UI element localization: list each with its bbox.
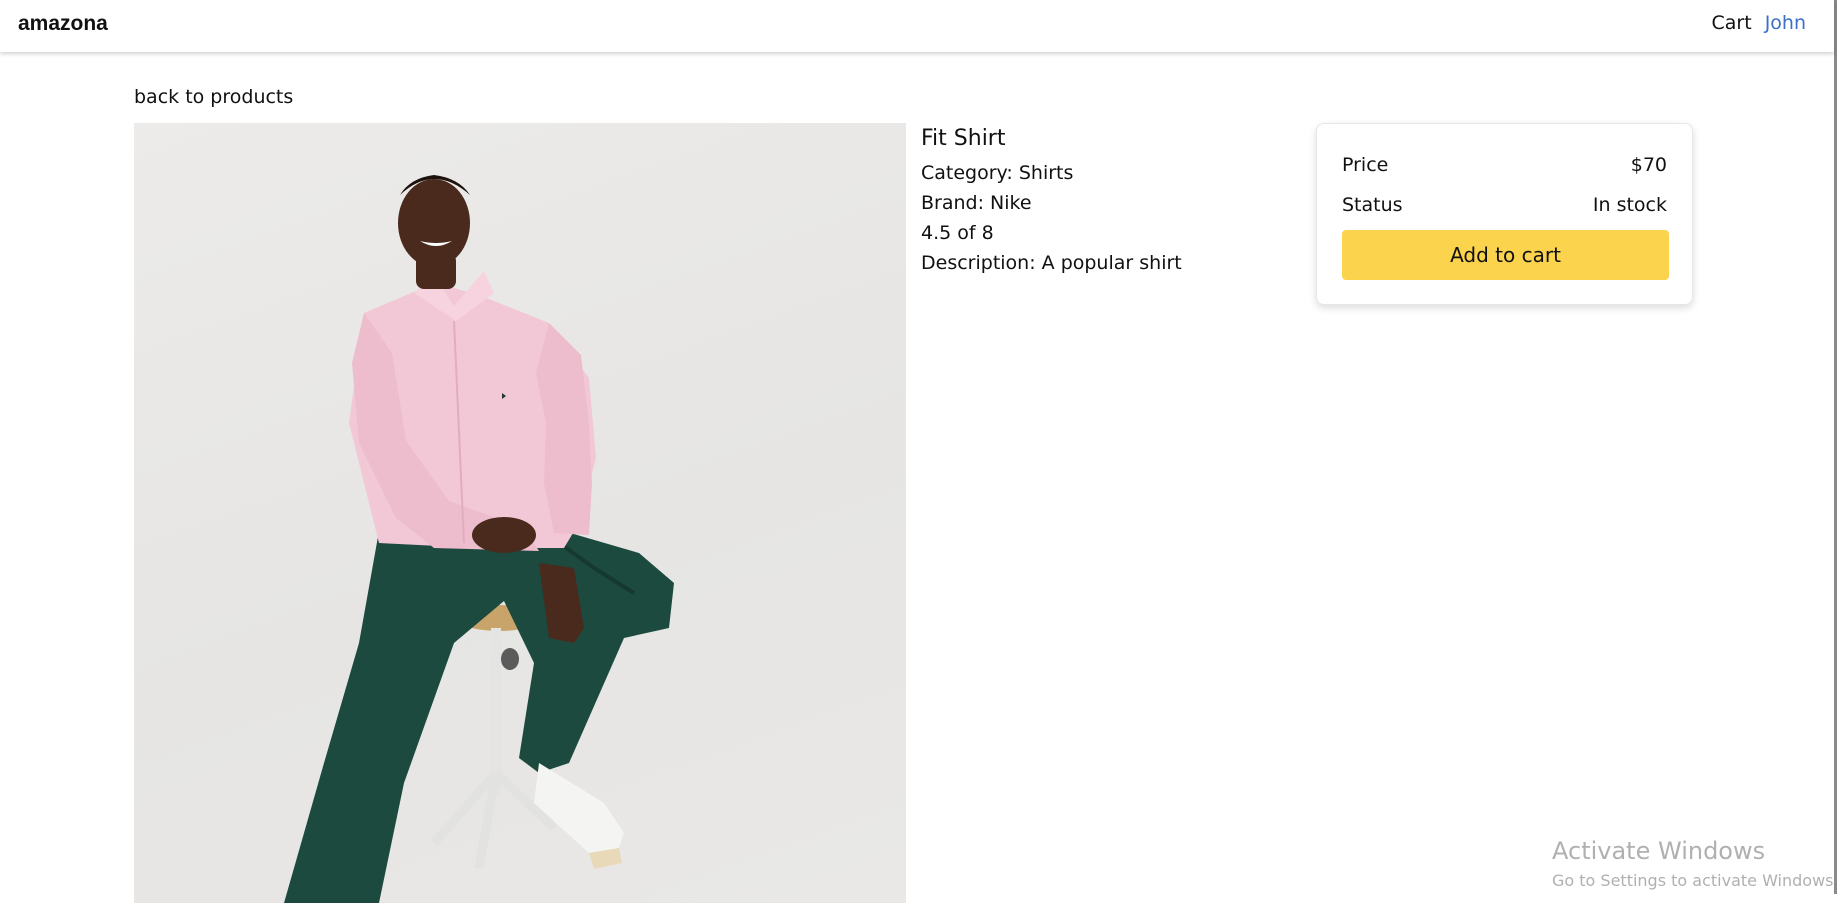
user-menu-link[interactable]: John [1765,12,1806,34]
product-image [134,123,906,903]
nav-links: Cart John [1704,12,1806,34]
navbar: amazona Cart John [0,0,1834,52]
product-rating: 4.5 of 8 [921,222,994,244]
add-to-cart-button[interactable]: Add to cart [1342,230,1669,280]
product-description: Description: A popular shirt [921,252,1182,274]
purchase-card: Price $70 Status In stock Add to cart [1316,123,1693,305]
brand-logo-link[interactable]: amazona [18,12,108,36]
product-photo-icon [284,175,674,903]
watermark-title: Activate Windows [1552,837,1766,865]
status-value: In stock [1592,194,1667,216]
product-info: Fit Shirt Category: Shirts Brand: Nike 4… [921,126,1301,278]
price-row: Price $70 [1342,154,1667,176]
price-value: $70 [1630,154,1667,176]
price-label: Price [1342,154,1389,176]
status-label: Status [1342,194,1403,216]
windows-activation-watermark: Activate Windows Go to Settings to activ… [1552,837,1837,890]
status-row: Status In stock [1342,194,1667,216]
watermark-subtitle: Go to Settings to activate Windows. [1552,871,1837,890]
cart-link[interactable]: Cart [1711,12,1751,34]
product-brand: Brand: Nike [921,192,1032,214]
back-to-products-link[interactable]: back to products [134,86,293,108]
product-title: Fit Shirt [921,126,1006,151]
product-category: Category: Shirts [921,162,1074,184]
